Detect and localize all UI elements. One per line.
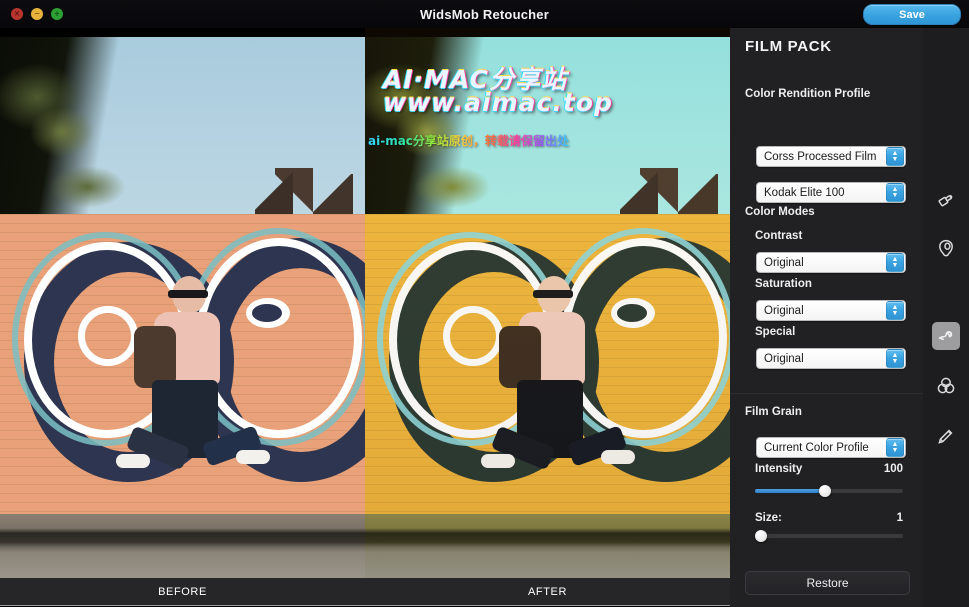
tree-foliage bbox=[0, 37, 142, 222]
section-divider bbox=[730, 393, 923, 394]
rooftops bbox=[255, 168, 365, 216]
minimize-icon: − bbox=[34, 8, 40, 18]
before-label: BEFORE bbox=[158, 585, 207, 598]
saturation-select[interactable]: Original ▲ ▼ bbox=[756, 300, 906, 321]
walking-person bbox=[481, 268, 645, 518]
film-pack-panel: FILM PACK Color Rendition Profile Corss … bbox=[730, 28, 924, 607]
rooftops bbox=[620, 168, 730, 216]
color-rendition-profile-value: Corss Processed Film bbox=[764, 150, 877, 163]
special-value: Original bbox=[764, 352, 804, 365]
color-rendition-heading: Color Rendition Profile bbox=[745, 88, 871, 100]
paintbrush-icon bbox=[938, 195, 953, 207]
size-value: 1 bbox=[896, 512, 903, 524]
special-select[interactable]: Original ▲ ▼ bbox=[756, 348, 906, 369]
film-pack-icon bbox=[938, 331, 953, 341]
color-wheels-tool[interactable] bbox=[932, 372, 960, 400]
intensity-slider-fill bbox=[755, 489, 825, 493]
special-label: Special bbox=[755, 326, 796, 338]
vignette-tool[interactable] bbox=[932, 234, 960, 262]
after-label: AFTER bbox=[527, 585, 568, 598]
restore-button[interactable]: Restore bbox=[745, 571, 910, 595]
minimize-button[interactable]: − bbox=[31, 8, 43, 20]
intensity-value: 100 bbox=[883, 463, 903, 475]
film-stock-select[interactable]: Kodak Elite 100 ▲ ▼ bbox=[756, 182, 906, 203]
intensity-slider[interactable] bbox=[755, 485, 903, 497]
walking-person bbox=[116, 268, 280, 518]
chevron-updown-icon: ▲ ▼ bbox=[886, 301, 904, 320]
film-stock-value: Kodak Elite 100 bbox=[764, 186, 845, 199]
intensity-label: Intensity bbox=[755, 463, 803, 475]
size-slider[interactable] bbox=[755, 530, 903, 542]
before-photo bbox=[0, 28, 365, 578]
tree-foliage bbox=[365, 37, 507, 222]
pencil-icon bbox=[938, 429, 953, 444]
paintbrush-tool[interactable] bbox=[932, 186, 960, 214]
after-photo bbox=[365, 28, 730, 578]
close-icon: × bbox=[14, 8, 20, 18]
film-grain-profile-select[interactable]: Current Color Profile ▲ ▼ bbox=[756, 437, 906, 458]
after-pane[interactable] bbox=[365, 28, 730, 578]
road-region bbox=[365, 514, 730, 578]
color-modes-heading: Color Modes bbox=[745, 206, 815, 218]
size-label: Size: bbox=[755, 512, 782, 524]
road-region bbox=[0, 514, 365, 578]
tool-rail bbox=[923, 28, 969, 607]
before-pane[interactable] bbox=[0, 28, 365, 578]
save-button[interactable]: Save bbox=[863, 4, 961, 25]
contrast-select[interactable]: Original ▲ ▼ bbox=[756, 252, 906, 273]
compare-label-bar: BEFORE AFTER bbox=[0, 578, 730, 606]
title-bar: × − + WidsMob Retoucher Save bbox=[0, 0, 969, 29]
intensity-row: Intensity 100 bbox=[755, 463, 903, 475]
color-wheels-icon bbox=[937, 377, 955, 394]
chevron-updown-icon: ▲ ▼ bbox=[886, 183, 904, 202]
intensity-slider-knob[interactable] bbox=[818, 485, 831, 497]
chevron-updown-icon: ▲ ▼ bbox=[886, 147, 904, 166]
chevron-updown-icon: ▲ ▼ bbox=[886, 349, 904, 368]
size-row: Size: 1 bbox=[755, 512, 903, 524]
color-rendition-profile-select[interactable]: Corss Processed Film ▲ ▼ bbox=[756, 146, 906, 167]
photo-letterbox bbox=[0, 28, 365, 37]
pencil-tool[interactable] bbox=[932, 422, 960, 450]
contrast-value: Original bbox=[764, 256, 804, 269]
saturation-value: Original bbox=[764, 304, 804, 317]
app-window: × − + WidsMob Retoucher Save AI·MAC分享站 w… bbox=[0, 0, 969, 607]
size-slider-knob[interactable] bbox=[755, 530, 767, 542]
film-pack-tool[interactable] bbox=[932, 322, 960, 350]
chevron-updown-icon: ▲ ▼ bbox=[886, 253, 904, 272]
close-button[interactable]: × bbox=[11, 8, 23, 20]
vignette-icon bbox=[939, 239, 953, 257]
window-controls: × − + bbox=[11, 8, 63, 20]
film-grain-profile-value: Current Color Profile bbox=[764, 441, 869, 454]
saturation-label: Saturation bbox=[755, 278, 812, 290]
maximize-button[interactable]: + bbox=[51, 8, 63, 20]
contrast-label: Contrast bbox=[755, 230, 803, 242]
chevron-updown-icon: ▲ ▼ bbox=[886, 438, 904, 457]
window-title: WidsMob Retoucher bbox=[420, 6, 549, 22]
film-grain-heading: Film Grain bbox=[745, 406, 802, 418]
panel-title: FILM PACK bbox=[745, 38, 832, 55]
preview-area: AI·MAC分享站 www.aimac.top ai-mac分享站原创，转载请保… bbox=[0, 28, 730, 607]
maximize-icon: + bbox=[54, 8, 60, 18]
photo-letterbox bbox=[365, 28, 730, 37]
